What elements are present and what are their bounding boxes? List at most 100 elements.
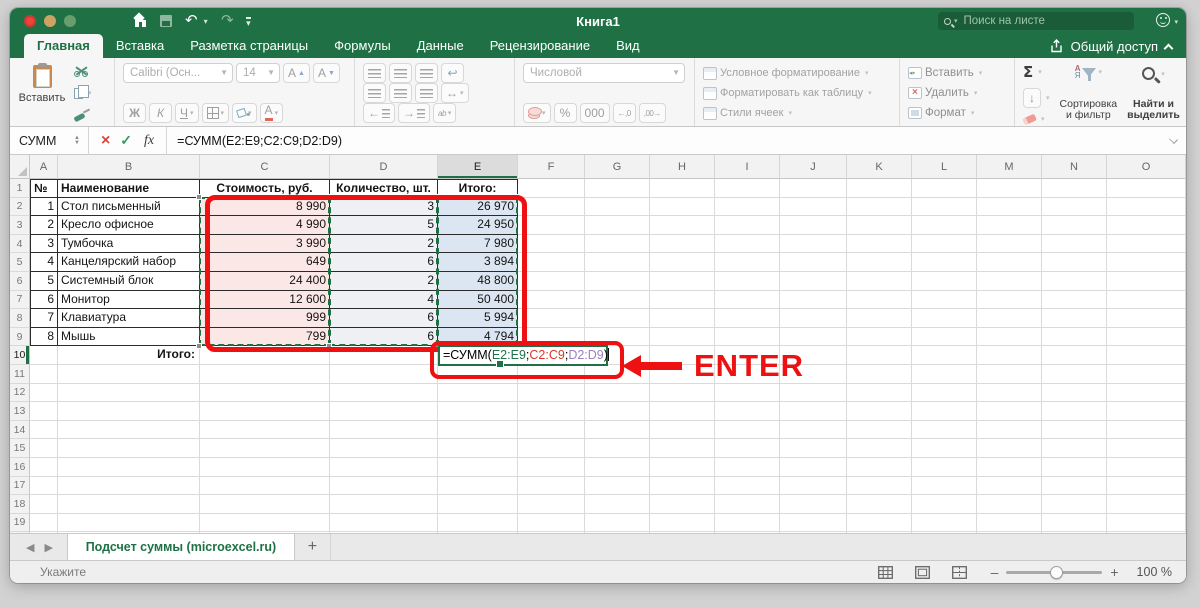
cell-L9[interactable] (912, 328, 977, 347)
cell-H18[interactable] (650, 495, 715, 514)
cell-L4[interactable] (912, 235, 977, 254)
cell-M19[interactable] (977, 514, 1042, 533)
cell-J18[interactable] (780, 495, 847, 514)
cell-H6[interactable] (650, 272, 715, 291)
cell-K2[interactable] (847, 198, 912, 217)
tab-page-layout[interactable]: Разметка страницы (177, 34, 321, 58)
cell-K18[interactable] (847, 495, 912, 514)
row-header-4[interactable]: 4 (10, 235, 30, 254)
cell-A16[interactable] (30, 458, 58, 477)
zoom-window-button[interactable] (64, 15, 76, 27)
cell-N12[interactable] (1042, 384, 1107, 403)
name-box-spinner[interactable]: ▲▼ (74, 136, 80, 146)
font-color-button[interactable]: А▾ (260, 103, 284, 123)
cell-B4[interactable]: Тумбочка (58, 235, 200, 254)
cell-B17[interactable] (58, 477, 200, 496)
cell-H7[interactable] (650, 291, 715, 310)
cell-A9[interactable]: 8 (30, 328, 58, 347)
next-sheet-icon[interactable]: ▶ (44, 541, 52, 554)
cell-M9[interactable] (977, 328, 1042, 347)
feedback-smiley-icon[interactable] (1156, 13, 1170, 27)
cell-L16[interactable] (912, 458, 977, 477)
cell-I12[interactable] (715, 384, 780, 403)
delete-cells-button[interactable]: Удалить▾ (908, 87, 1008, 99)
cell-L14[interactable] (912, 421, 977, 440)
cell-J13[interactable] (780, 402, 847, 421)
cell-K3[interactable] (847, 216, 912, 235)
cell-L1[interactable] (912, 179, 977, 198)
cell-O18[interactable] (1107, 495, 1186, 514)
row-header-16[interactable]: 16 (10, 458, 30, 477)
insert-cells-button[interactable]: Вставить▾ (908, 67, 1008, 79)
grow-font-button[interactable]: A▲ (283, 63, 310, 83)
cell-F13[interactable] (518, 402, 585, 421)
cell-F12[interactable] (518, 384, 585, 403)
cell-F17[interactable] (518, 477, 585, 496)
cell-C13[interactable] (200, 402, 330, 421)
cell-O5[interactable] (1107, 253, 1186, 272)
cell-K12[interactable] (847, 384, 912, 403)
minimize-button[interactable] (44, 15, 56, 27)
cell-G7[interactable] (585, 291, 650, 310)
share-button[interactable]: Общий доступ (1049, 34, 1172, 58)
column-header-E[interactable]: E (438, 155, 518, 179)
cell-H13[interactable] (650, 402, 715, 421)
cell-N8[interactable] (1042, 309, 1107, 328)
cell-B9[interactable]: Мышь (58, 328, 200, 347)
cell-D18[interactable] (330, 495, 438, 514)
cell-O12[interactable] (1107, 384, 1186, 403)
cell-C16[interactable] (200, 458, 330, 477)
cell-A4[interactable]: 3 (30, 235, 58, 254)
cell-K15[interactable] (847, 439, 912, 458)
cell-E14[interactable] (438, 421, 518, 440)
cell-B6[interactable]: Системный блок (58, 272, 200, 291)
cell-N11[interactable] (1042, 365, 1107, 384)
row-header-7[interactable]: 7 (10, 291, 30, 310)
cell-L17[interactable] (912, 477, 977, 496)
row-header-17[interactable]: 17 (10, 477, 30, 496)
align-bottom-button[interactable] (415, 63, 438, 83)
cell-E19[interactable] (438, 514, 518, 533)
cell-F7[interactable] (518, 291, 585, 310)
cell-I2[interactable] (715, 198, 780, 217)
cell-L15[interactable] (912, 439, 977, 458)
cell-N15[interactable] (1042, 439, 1107, 458)
cell-N9[interactable] (1042, 328, 1107, 347)
cell-K13[interactable] (847, 402, 912, 421)
row-header-10[interactable]: 10 (10, 346, 30, 365)
cell-H8[interactable] (650, 309, 715, 328)
cell-M8[interactable] (977, 309, 1042, 328)
cell-F19[interactable] (518, 514, 585, 533)
cut-icon[interactable] (74, 65, 88, 77)
cell-F2[interactable] (518, 198, 585, 217)
cell-A17[interactable] (30, 477, 58, 496)
cell-J14[interactable] (780, 421, 847, 440)
cell-A13[interactable] (30, 402, 58, 421)
cell-I8[interactable] (715, 309, 780, 328)
cell-B19[interactable] (58, 514, 200, 533)
cell-N19[interactable] (1042, 514, 1107, 533)
cell-I5[interactable] (715, 253, 780, 272)
cell-M5[interactable] (977, 253, 1042, 272)
close-button[interactable] (24, 15, 36, 27)
cell-A10[interactable] (30, 346, 58, 365)
format-painter-icon[interactable] (74, 109, 90, 121)
cell-B5[interactable]: Канцелярский набор (58, 253, 200, 272)
cell-O16[interactable] (1107, 458, 1186, 477)
align-left-button[interactable] (363, 83, 386, 103)
cell-M6[interactable] (977, 272, 1042, 291)
cell-I3[interactable] (715, 216, 780, 235)
cell-O15[interactable] (1107, 439, 1186, 458)
cell-J8[interactable] (780, 309, 847, 328)
cell-F14[interactable] (518, 421, 585, 440)
cell-J19[interactable] (780, 514, 847, 533)
cell-A2[interactable]: 1 (30, 198, 58, 217)
cell-O8[interactable] (1107, 309, 1186, 328)
cell-L18[interactable] (912, 495, 977, 514)
cell-A11[interactable] (30, 365, 58, 384)
cell-H17[interactable] (650, 477, 715, 496)
cell-N16[interactable] (1042, 458, 1107, 477)
cell-O11[interactable] (1107, 365, 1186, 384)
cell-G5[interactable] (585, 253, 650, 272)
decrease-indent-button[interactable]: ← (363, 103, 395, 123)
